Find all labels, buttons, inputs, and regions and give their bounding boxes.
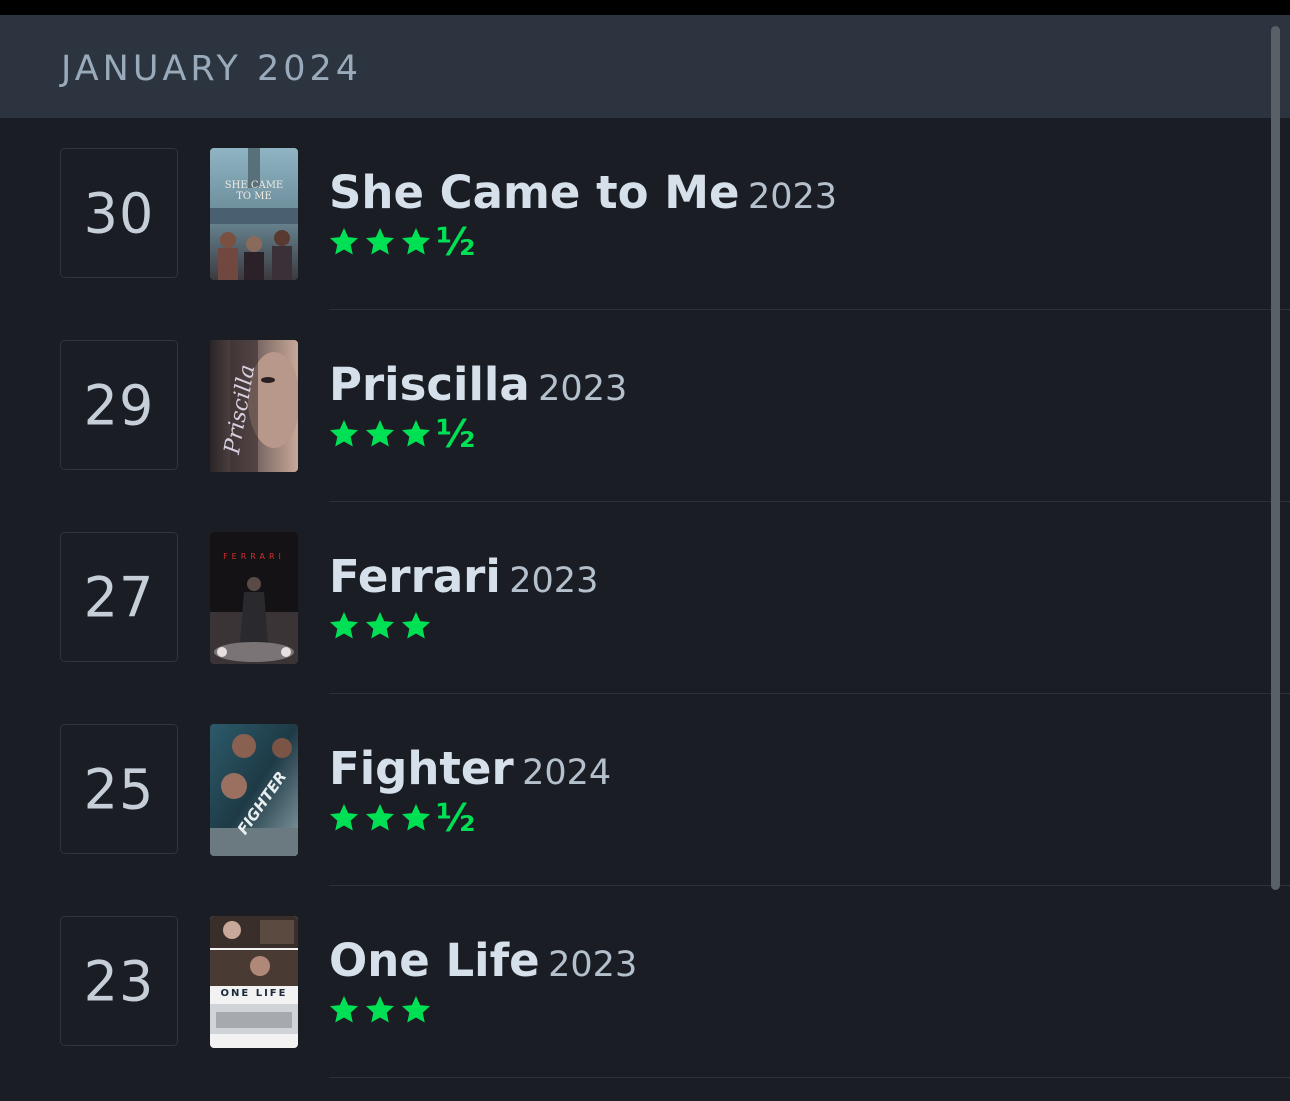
film-title[interactable]: She Came to Me xyxy=(329,166,740,219)
half-star-icon: ½ xyxy=(436,796,476,840)
day-box[interactable]: 27 xyxy=(60,532,178,662)
diary-entry[interactable]: 23 ONE LIFE One Life 2023 xyxy=(0,886,1290,1078)
star-icon xyxy=(402,996,430,1023)
star-icon xyxy=(402,420,430,447)
divider xyxy=(329,1077,1290,1078)
film-title-row[interactable]: One Life 2023 xyxy=(329,934,637,987)
day-box[interactable]: 29 xyxy=(60,340,178,470)
poster-title: FERRARI xyxy=(223,552,285,561)
star-icon xyxy=(366,420,394,447)
diary-entry[interactable]: 30 SHE CAME TO ME She Came to Me 2023 ½ xyxy=(0,118,1290,310)
star-icon xyxy=(366,804,394,831)
film-title[interactable]: Ferrari xyxy=(329,550,501,603)
half-star-icon: ½ xyxy=(436,220,476,264)
film-year[interactable]: 2023 xyxy=(538,369,627,409)
film-poster[interactable]: ONE LIFE xyxy=(210,916,298,1048)
star-icon xyxy=(402,804,430,831)
diary-entry[interactable]: 27 FERRARI Ferrari 2023 xyxy=(0,502,1290,694)
star-icon xyxy=(366,612,394,639)
poster-title: SHE CAME TO ME xyxy=(224,180,284,202)
film-title[interactable]: Priscilla xyxy=(329,358,530,411)
film-title-row[interactable]: She Came to Me 2023 xyxy=(329,166,837,219)
diary-list: 30 SHE CAME TO ME She Came to Me 2023 ½ … xyxy=(0,118,1290,1101)
day-box[interactable]: 25 xyxy=(60,724,178,854)
star-icon xyxy=(330,804,358,831)
star-icon xyxy=(330,420,358,447)
star-rating: ½ xyxy=(328,222,475,262)
day-box[interactable]: 23 xyxy=(60,916,178,1046)
film-poster[interactable]: SHE CAME TO ME xyxy=(210,148,298,280)
diary-entry[interactable]: 29 Priscilla Priscilla 2023 ½ xyxy=(0,310,1290,502)
star-icon xyxy=(330,612,358,639)
star-rating xyxy=(328,990,432,1030)
star-icon xyxy=(330,996,358,1023)
film-poster[interactable]: FIGHTER xyxy=(210,724,298,856)
poster-title: ONE LIFE xyxy=(220,988,288,999)
star-icon xyxy=(402,228,430,255)
month-label: JANUARY 2024 xyxy=(61,49,363,89)
day-number: 27 xyxy=(83,564,155,630)
film-poster[interactable]: Priscilla xyxy=(210,340,298,472)
day-box[interactable]: 30 xyxy=(60,148,178,278)
star-icon xyxy=(402,612,430,639)
star-rating: ½ xyxy=(328,414,475,454)
star-icon xyxy=(366,996,394,1023)
film-title[interactable]: One Life xyxy=(329,934,540,987)
star-icon xyxy=(366,228,394,255)
day-number: 23 xyxy=(83,948,155,1014)
star-rating xyxy=(328,606,432,646)
film-year[interactable]: 2023 xyxy=(509,561,598,601)
film-title[interactable]: Fighter xyxy=(329,742,514,795)
scrollbar[interactable] xyxy=(1271,26,1280,890)
film-year[interactable]: 2023 xyxy=(748,177,837,217)
star-icon xyxy=(330,228,358,255)
film-year[interactable]: 2024 xyxy=(522,753,611,793)
day-number: 25 xyxy=(83,756,155,822)
film-year[interactable]: 2023 xyxy=(548,945,637,985)
day-number: 29 xyxy=(83,372,155,438)
status-bar xyxy=(0,0,1290,15)
star-rating: ½ xyxy=(328,798,475,838)
half-star-icon: ½ xyxy=(436,412,476,456)
film-title-row[interactable]: Priscilla 2023 xyxy=(329,358,627,411)
film-poster[interactable]: FERRARI xyxy=(210,532,298,664)
film-title-row[interactable]: Ferrari 2023 xyxy=(329,550,598,603)
film-title-row[interactable]: Fighter 2024 xyxy=(329,742,611,795)
month-header: JANUARY 2024 xyxy=(0,15,1290,118)
diary-entry[interactable]: 25 FIGHTER Fighter 2024 ½ xyxy=(0,694,1290,886)
day-number: 30 xyxy=(83,180,155,246)
